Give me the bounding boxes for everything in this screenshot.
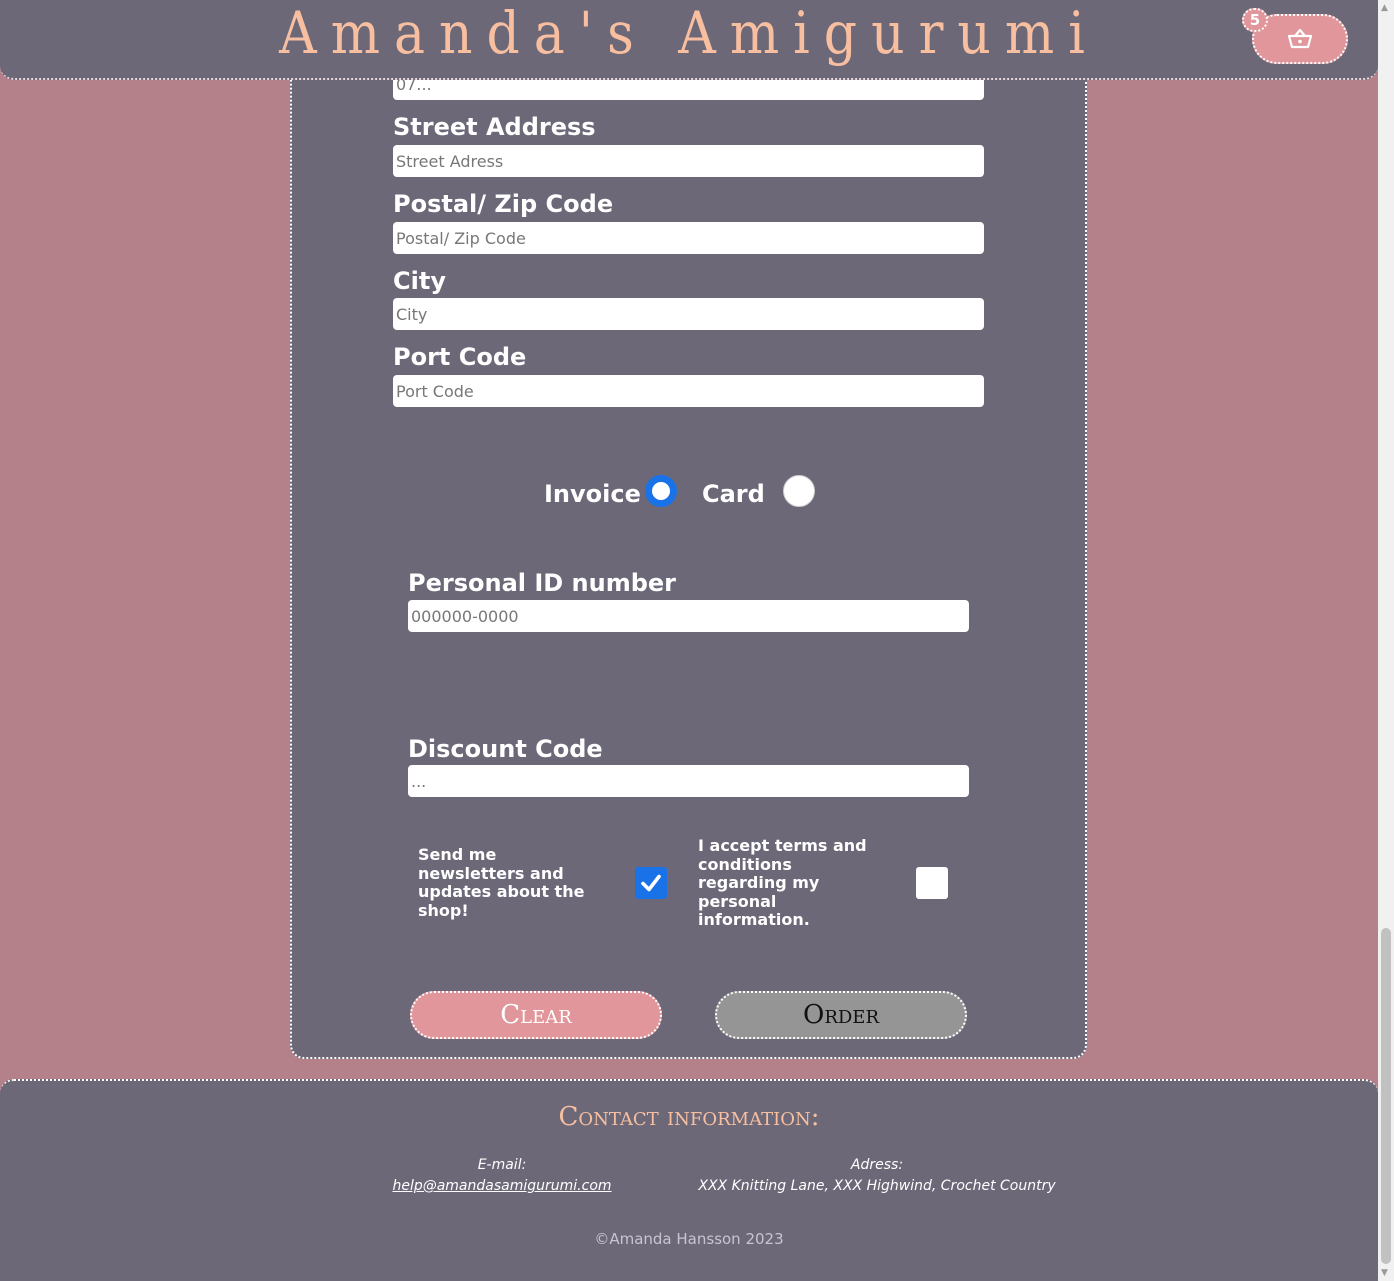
discount-code-input[interactable]: [408, 765, 969, 797]
terms-text: I accept terms and conditions regarding …: [698, 836, 867, 929]
newsletter-checkbox[interactable]: [635, 867, 667, 899]
copyright-text: ©Amanda Hansson 2023: [594, 1230, 784, 1248]
scroll-up-arrow-icon[interactable]: ▲: [1381, 3, 1388, 13]
city-input[interactable]: [393, 298, 984, 330]
order-button[interactable]: Order: [715, 991, 967, 1039]
invoice-radio[interactable]: [645, 475, 677, 507]
street-address-input[interactable]: [393, 145, 984, 177]
postal-code-input[interactable]: [393, 222, 984, 254]
scrollbar-thumb[interactable]: [1381, 928, 1391, 1264]
clear-button-label: Clear: [500, 1000, 572, 1030]
address-text: XXX Knitting Lane, XXX Highwind, Crochet…: [698, 1178, 1056, 1194]
card-radio-label: Card: [702, 480, 765, 508]
personal-id-label: Personal ID number: [408, 569, 677, 597]
email-label: E-mail:: [477, 1157, 527, 1173]
postal-code-label: Postal/ Zip Code: [393, 190, 614, 218]
address-label: Adress:: [850, 1157, 904, 1173]
city-label: City: [393, 267, 446, 295]
site-header: Amanda's Amigurumi: [0, 0, 1378, 80]
personal-id-input[interactable]: [408, 600, 969, 632]
discount-code-label: Discount Code: [408, 735, 603, 763]
port-code-label: Port Code: [393, 343, 527, 371]
clear-button[interactable]: Clear: [410, 991, 662, 1039]
email-link[interactable]: help@amandasamigurumi.com: [376, 1178, 628, 1194]
contact-title: Contact information:: [558, 1102, 820, 1132]
basket-icon: [1287, 28, 1313, 49]
terms-checkbox[interactable]: [916, 867, 948, 899]
checkmark-icon: [641, 874, 661, 892]
scroll-down-arrow-icon[interactable]: ▼: [1381, 1268, 1388, 1278]
newsletter-text: Send me newsletters and updates about th…: [418, 845, 585, 920]
site-title: Amanda's Amigurumi: [279, 0, 1099, 68]
port-code-input[interactable]: [393, 375, 984, 407]
card-radio[interactable]: [783, 475, 815, 507]
street-address-label: Street Address: [393, 113, 596, 141]
invoice-radio-label: Invoice: [544, 480, 641, 508]
cart-count-badge: 5: [1242, 8, 1268, 32]
order-button-label: Order: [803, 1000, 879, 1030]
